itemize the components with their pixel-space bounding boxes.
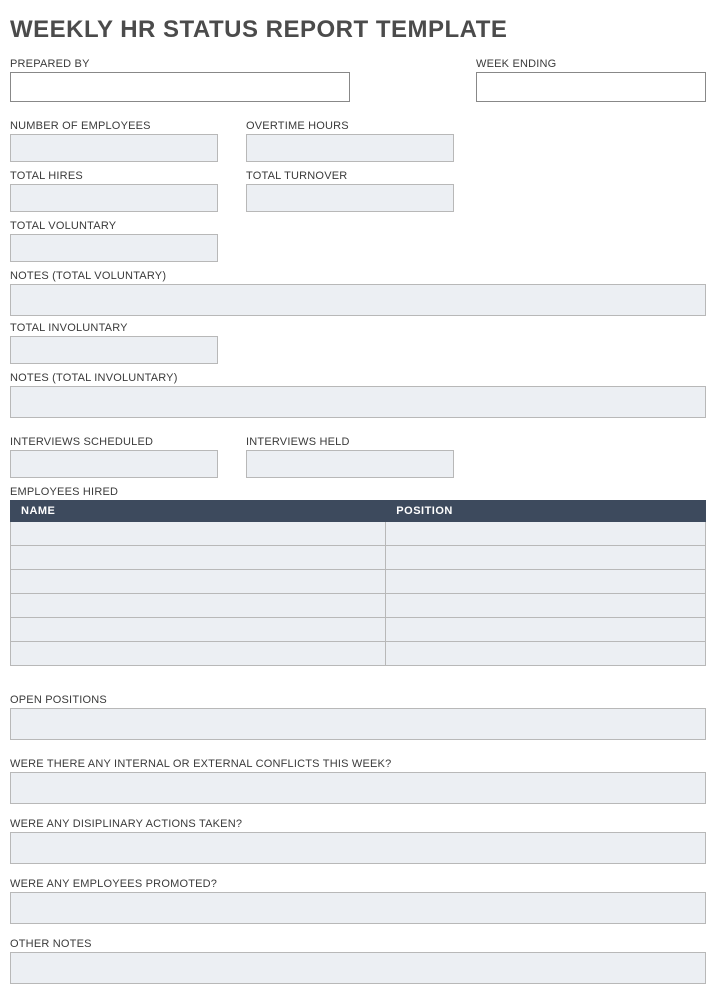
table-cell-name-input[interactable] bbox=[17, 528, 379, 540]
notes-voluntary-label: NOTES (TOTAL VOLUNTARY) bbox=[10, 270, 706, 282]
notes-involuntary-label: NOTES (TOTAL INVOLUNTARY) bbox=[10, 372, 706, 384]
total-turnover-input[interactable] bbox=[246, 184, 454, 212]
open-positions-input[interactable] bbox=[10, 708, 706, 740]
total-involuntary-input[interactable] bbox=[10, 336, 218, 364]
total-voluntary-input[interactable] bbox=[10, 234, 218, 262]
table-cell-position-input[interactable] bbox=[392, 624, 699, 636]
disciplinary-input[interactable] bbox=[10, 832, 706, 864]
overtime-hours-input[interactable] bbox=[246, 134, 454, 162]
interviews-held-input[interactable] bbox=[246, 450, 454, 478]
total-voluntary-label: TOTAL VOLUNTARY bbox=[10, 220, 218, 232]
prepared-by-input[interactable] bbox=[10, 72, 350, 102]
table-cell-name-input[interactable] bbox=[17, 624, 379, 636]
table-cell-position-input[interactable] bbox=[392, 576, 699, 588]
total-hires-label: TOTAL HIRES bbox=[10, 170, 218, 182]
prepared-by-label: PREPARED BY bbox=[10, 58, 350, 70]
table-header-position: POSITION bbox=[386, 501, 706, 522]
table-cell-position-input[interactable] bbox=[392, 552, 699, 564]
total-involuntary-label: TOTAL INVOLUNTARY bbox=[10, 322, 218, 334]
promoted-label: WERE ANY EMPLOYEES PROMOTED? bbox=[10, 878, 706, 890]
table-row bbox=[11, 594, 706, 618]
conflicts-label: WERE THERE ANY INTERNAL OR EXTERNAL CONF… bbox=[10, 758, 706, 770]
page-title: WEEKLY HR STATUS REPORT TEMPLATE bbox=[10, 16, 706, 44]
num-employees-label: NUMBER OF EMPLOYEES bbox=[10, 120, 218, 132]
table-cell-name-input[interactable] bbox=[17, 648, 379, 660]
interviews-scheduled-label: INTERVIEWS SCHEDULED bbox=[10, 436, 218, 448]
table-cell-name-input[interactable] bbox=[17, 552, 379, 564]
table-row bbox=[11, 642, 706, 666]
promoted-input[interactable] bbox=[10, 892, 706, 924]
week-ending-label: WEEK ENDING bbox=[476, 58, 706, 70]
open-positions-label: OPEN POSITIONS bbox=[10, 694, 706, 706]
overtime-hours-label: OVERTIME HOURS bbox=[246, 120, 454, 132]
interviews-scheduled-input[interactable] bbox=[10, 450, 218, 478]
table-cell-name-input[interactable] bbox=[17, 600, 379, 612]
table-header-name: NAME bbox=[11, 501, 386, 522]
other-notes-input[interactable] bbox=[10, 952, 706, 984]
table-cell-name-input[interactable] bbox=[17, 576, 379, 588]
total-hires-input[interactable] bbox=[10, 184, 218, 212]
table-cell-position-input[interactable] bbox=[392, 600, 699, 612]
table-cell-position-input[interactable] bbox=[392, 528, 699, 540]
interviews-held-label: INTERVIEWS HELD bbox=[246, 436, 454, 448]
table-row bbox=[11, 546, 706, 570]
conflicts-input[interactable] bbox=[10, 772, 706, 804]
num-employees-input[interactable] bbox=[10, 134, 218, 162]
other-notes-label: OTHER NOTES bbox=[10, 938, 706, 950]
employees-hired-label: EMPLOYEES HIRED bbox=[10, 486, 706, 498]
employees-hired-table: NAME POSITION bbox=[10, 500, 706, 666]
table-row bbox=[11, 570, 706, 594]
notes-involuntary-input[interactable] bbox=[10, 386, 706, 418]
total-turnover-label: TOTAL TURNOVER bbox=[246, 170, 454, 182]
week-ending-input[interactable] bbox=[476, 72, 706, 102]
notes-voluntary-input[interactable] bbox=[10, 284, 706, 316]
table-cell-position-input[interactable] bbox=[392, 648, 699, 660]
disciplinary-label: WERE ANY DISIPLINARY ACTIONS TAKEN? bbox=[10, 818, 706, 830]
table-row bbox=[11, 522, 706, 546]
table-row bbox=[11, 618, 706, 642]
